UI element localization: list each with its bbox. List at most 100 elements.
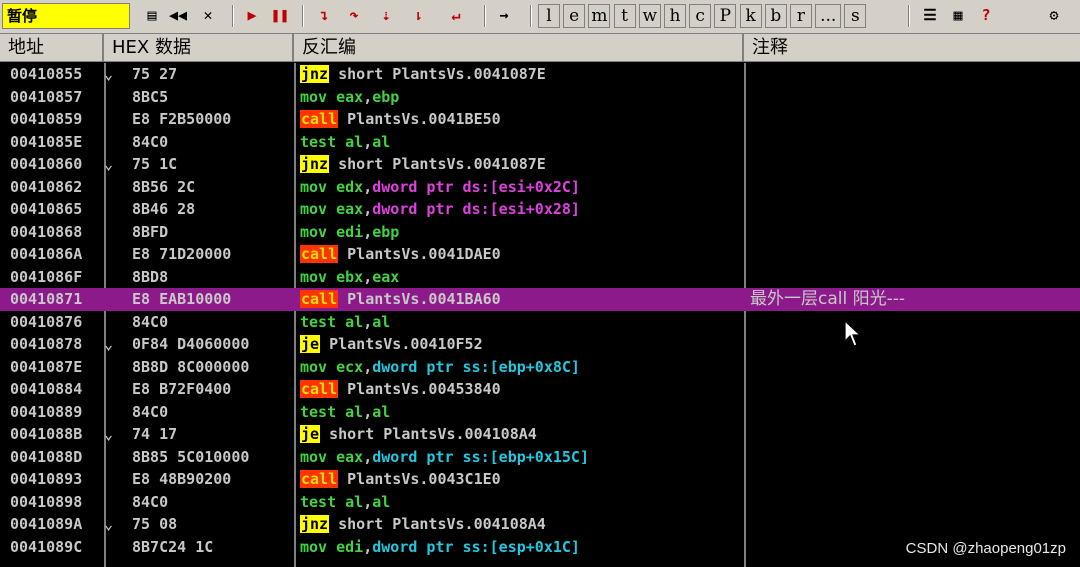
- address: 00410884: [10, 380, 83, 398]
- trace-into-icon[interactable]: ⇣: [374, 4, 398, 28]
- disasm-row[interactable]: 00410868 8BFD mov edi,ebp: [0, 221, 1080, 244]
- toolbar-letter-l[interactable]: l: [538, 4, 560, 28]
- instruction: test al,al: [300, 131, 390, 153]
- jump-arrow-icon: ⌄: [104, 425, 114, 443]
- address: 0041087E: [10, 357, 83, 376]
- disasm-row[interactable]: 0041088B ⌄ 74 17 je short PlantsVs.004108A4: [0, 423, 1080, 446]
- operand: PlantsVs.00410F52: [329, 335, 483, 353]
- mnemonic: call: [300, 380, 339, 398]
- run-icon[interactable]: ▶: [240, 4, 264, 28]
- disasm-row[interactable]: 0041086F 8BD8 mov ebx,eax: [0, 266, 1080, 289]
- disasm-row[interactable]: 00410857 8BC5 mov eax,ebp: [0, 86, 1080, 109]
- disasm-row[interactable]: 00410865 8B46 28 mov eax,dword ptr ds:[esi…: [0, 198, 1080, 221]
- toolbar-letter-e[interactable]: e: [563, 4, 586, 28]
- execute-till-return-icon[interactable]: ↵: [444, 4, 468, 28]
- address: 0041089A: [10, 515, 83, 533]
- address: 00410878: [10, 335, 83, 353]
- disasm-row[interactable]: 00410893 E8 48B90200 call PlantsVs.0043C1E…: [0, 468, 1080, 491]
- jump-arrow-icon: ⌄: [104, 155, 114, 173]
- instruction: test al,al: [300, 401, 390, 423]
- toolbar-letter-r[interactable]: r: [790, 4, 812, 28]
- toolbar-letter-m[interactable]: m: [588, 4, 611, 28]
- operand: eax: [336, 447, 364, 466]
- instruction: call PlantsVs.0041BE50: [300, 108, 501, 130]
- hex-bytes: 84C0: [132, 132, 169, 151]
- close-icon[interactable]: ✕: [196, 4, 220, 28]
- disassembly-list[interactable]: 00410855 ⌄ 75 27 jnz short PlantsVs.0041087…: [0, 63, 1080, 567]
- disasm-row[interactable]: 00410884 E8 B72F0400 call PlantsVs.0045384…: [0, 378, 1080, 401]
- toolbar-separator: [530, 5, 532, 27]
- disasm-row[interactable]: 00410860 ⌄ 75 1C jnz short PlantsVs.0041087…: [0, 153, 1080, 176]
- toolbar-letter-P[interactable]: P: [714, 4, 737, 28]
- header-comment[interactable]: 注释: [744, 34, 1080, 61]
- mnemonic: mov: [300, 177, 328, 196]
- disasm-row[interactable]: 00410876 84C0 test al,al: [0, 311, 1080, 334]
- mnemonic: jnz: [300, 515, 330, 533]
- help-icon[interactable]: ?: [974, 4, 998, 28]
- disasm-row[interactable]: 00410878 ⌄ 0F84 D4060000 je PlantsVs.00410F…: [0, 333, 1080, 356]
- operand: ,: [363, 357, 373, 376]
- list-icon[interactable]: ☰: [918, 4, 942, 28]
- step-into-icon[interactable]: ↴: [312, 4, 336, 28]
- status-indicator: 暂停: [2, 3, 130, 29]
- operand: ,: [363, 537, 373, 556]
- disasm-row[interactable]: 00410871 E8 EAB10000 call PlantsVs.0041BA6…: [0, 288, 1080, 311]
- hex-bytes: E8 71D20000: [132, 245, 232, 263]
- toolbar-separator: [484, 5, 486, 27]
- instruction: call PlantsVs.0041DAE0: [300, 243, 501, 265]
- address: 0041085E: [10, 132, 83, 151]
- open-icon[interactable]: ▤: [140, 4, 164, 28]
- disasm-row[interactable]: 00410889 84C0 test al,al: [0, 401, 1080, 424]
- mnemonic: jnz: [300, 65, 330, 83]
- header-disassembly[interactable]: 反汇编: [294, 34, 744, 61]
- disasm-row[interactable]: 0041087E 8B8D 8C000000 mov ecx,dword ptr s…: [0, 356, 1080, 379]
- goto-icon[interactable]: →: [492, 4, 516, 28]
- toolbar-letter-b[interactable]: b: [764, 4, 787, 28]
- hex-bytes: 8BD8: [132, 267, 169, 286]
- instruction: mov ebx,eax: [300, 266, 399, 288]
- toolbar-letter-k[interactable]: k: [739, 4, 762, 28]
- toolbar-letter-t[interactable]: t: [613, 4, 636, 28]
- mnemonic: mov: [300, 537, 328, 556]
- address: 00410868: [10, 222, 83, 241]
- address: 00410893: [10, 470, 83, 488]
- mnemonic: call: [300, 470, 339, 488]
- rewind-icon[interactable]: ◀◀: [166, 4, 190, 28]
- options-icon[interactable]: ⚙: [1042, 4, 1066, 28]
- toolbar-letter-more[interactable]: ...: [815, 4, 842, 28]
- pause-icon[interactable]: ❚❚: [268, 4, 292, 28]
- operand: ,: [363, 132, 373, 151]
- operand: al: [345, 402, 364, 421]
- disasm-row[interactable]: 0041086A E8 71D20000 call PlantsVs.0041DAE…: [0, 243, 1080, 266]
- instruction: jnz short PlantsVs.0041087E: [300, 63, 546, 85]
- disasm-row[interactable]: 00410898 84C0 test al,al: [0, 491, 1080, 514]
- hex-bytes: E8 B72F0400: [132, 380, 232, 398]
- mnemonic: test: [300, 492, 337, 511]
- operand: short PlantsVs.004108A4: [338, 515, 546, 533]
- disasm-row[interactable]: 0041088D 8B85 5C010000 mov eax,dword ptr s…: [0, 446, 1080, 469]
- instruction: mov eax,dword ptr ds:[esi+0x28]: [300, 198, 580, 220]
- disasm-row[interactable]: 00410862 8B56 2C mov edx,dword ptr ds:[esi…: [0, 176, 1080, 199]
- step-over-icon[interactable]: ↷: [342, 4, 366, 28]
- toolbar-separator: [232, 5, 234, 27]
- operand: edx: [336, 177, 364, 196]
- toolbar-letter-w[interactable]: w: [638, 4, 661, 28]
- trace-over-icon[interactable]: ⇂: [406, 4, 430, 28]
- operand: ,: [363, 222, 373, 241]
- disasm-row[interactable]: 00410855 ⌄ 75 27 jnz short PlantsVs.0041087…: [0, 63, 1080, 86]
- toolbar-letter-h[interactable]: h: [664, 4, 686, 28]
- mnemonic: test: [300, 312, 337, 331]
- disasm-row[interactable]: 0041085E 84C0 test al,al: [0, 131, 1080, 154]
- disasm-row[interactable]: 00410859 E8 F2B50000 call PlantsVs.0041BE5…: [0, 108, 1080, 131]
- header-address[interactable]: 地址: [0, 34, 104, 61]
- toolbar-letter-c[interactable]: c: [689, 4, 712, 28]
- operand: al: [372, 312, 391, 331]
- mouse-cursor-icon: [844, 320, 862, 347]
- toolbar-letter-s[interactable]: s: [844, 4, 867, 28]
- window-icon[interactable]: ▦: [946, 4, 970, 28]
- disasm-row[interactable]: 0041089A ⌄ 75 08 jnz short PlantsVs.004108A…: [0, 513, 1080, 536]
- operand: ,: [363, 200, 373, 218]
- instruction: je short PlantsVs.004108A4: [300, 423, 537, 445]
- header-hex[interactable]: HEX 数据: [104, 34, 294, 61]
- toolbar-separator: [908, 5, 910, 27]
